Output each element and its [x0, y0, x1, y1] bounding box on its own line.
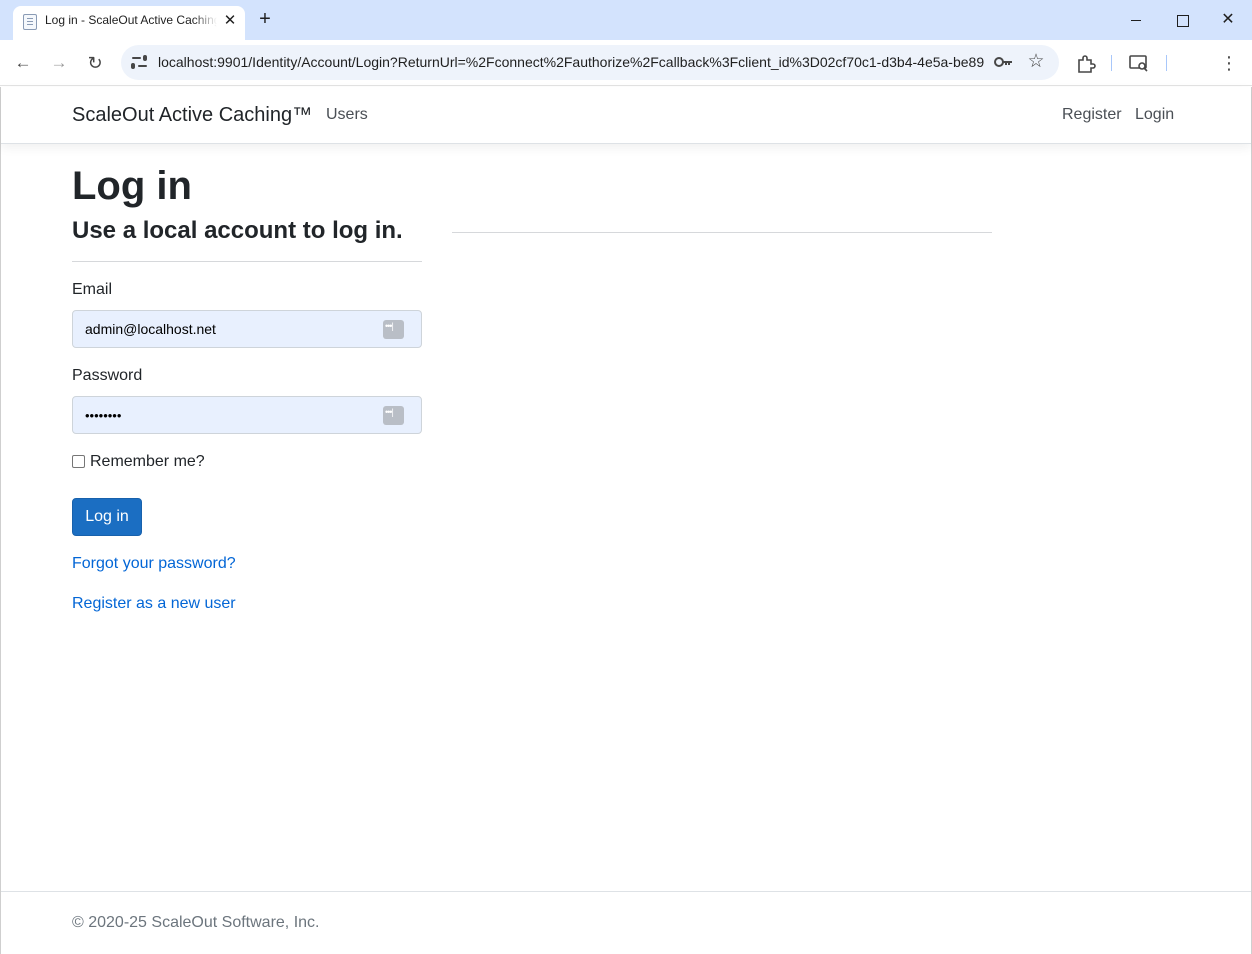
- password-label: Password: [72, 367, 143, 384]
- register-new-user-link[interactable]: Register as a new user: [72, 595, 236, 613]
- web-page: ScaleOut Active Caching™ Users Register …: [0, 87, 1252, 954]
- nav-link-login[interactable]: Login: [1135, 106, 1174, 124]
- minimize-icon[interactable]: [1121, 6, 1151, 34]
- footer-divider: [1, 891, 1251, 892]
- divider: [72, 261, 422, 262]
- toolbar-separator: [1111, 55, 1112, 71]
- browser-tab[interactable]: Log in - ScaleOut Active Caching™ ✕: [13, 6, 245, 40]
- browser-tab-bar: Log in - ScaleOut Active Caching™ ✕ + ✕: [0, 0, 1252, 40]
- close-window-icon[interactable]: ✕: [1213, 6, 1243, 34]
- back-arrow-icon[interactable]: ←: [12, 52, 34, 74]
- email-label: Email: [72, 281, 113, 298]
- page-subtitle: Use a local account to log in.: [72, 217, 403, 244]
- remember-me-label[interactable]: Remember me?: [90, 453, 205, 471]
- page-title: Log in: [72, 164, 192, 208]
- remember-me-checkbox[interactable]: [72, 455, 85, 468]
- address-bar[interactable]: localhost:9901/Identity/Account/Login?Re…: [121, 45, 1059, 80]
- toolbar-separator: [1166, 55, 1167, 71]
- password-field[interactable]: [72, 396, 422, 434]
- footer-copyright: © 2020-25 ScaleOut Software, Inc.: [72, 914, 320, 931]
- email-field[interactable]: [72, 310, 422, 348]
- browser-toolbar: ← → ↻ localhost:9901/Identity/Account/Lo…: [0, 40, 1252, 86]
- password-manager-icon[interactable]: [383, 406, 404, 425]
- forward-arrow-icon[interactable]: →: [48, 52, 70, 74]
- page-icon: [23, 14, 37, 30]
- reload-icon[interactable]: ↻: [84, 52, 106, 74]
- key-icon[interactable]: [993, 54, 1013, 70]
- kebab-menu-icon[interactable]: ⋮: [1218, 52, 1240, 74]
- password-manager-icon[interactable]: [383, 320, 404, 339]
- extensions-icon[interactable]: [1075, 52, 1097, 74]
- cast-icon[interactable]: [1128, 52, 1150, 74]
- url-text[interactable]: localhost:9901/Identity/Account/Login?Re…: [158, 54, 984, 70]
- maximize-icon[interactable]: [1167, 6, 1197, 34]
- site-navbar: ScaleOut Active Caching™ Users Register …: [1, 87, 1251, 144]
- plus-icon[interactable]: +: [254, 8, 276, 30]
- divider: [452, 232, 992, 233]
- tab-title: Log in - ScaleOut Active Caching™: [45, 13, 217, 27]
- nav-link-register[interactable]: Register: [1062, 106, 1122, 124]
- forgot-password-link[interactable]: Forgot your password?: [72, 555, 236, 573]
- brand-link[interactable]: ScaleOut Active Caching™: [72, 104, 312, 127]
- site-info-icon[interactable]: [130, 53, 148, 71]
- star-icon[interactable]: ☆: [1026, 51, 1046, 73]
- login-button[interactable]: Log in: [72, 498, 142, 536]
- nav-link-users[interactable]: Users: [326, 106, 368, 124]
- close-icon[interactable]: ✕: [221, 12, 239, 30]
